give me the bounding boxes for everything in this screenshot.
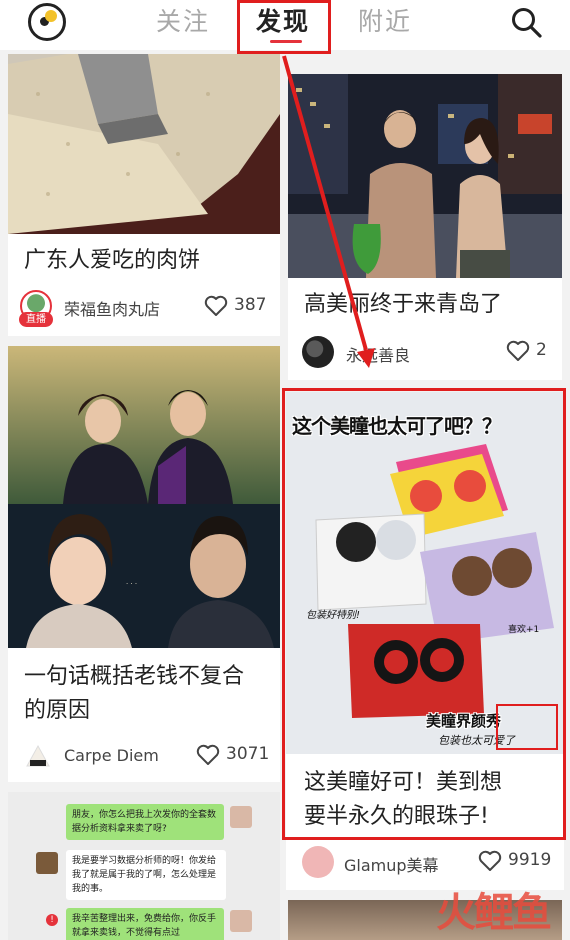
- author-avatar[interactable]: [302, 846, 334, 878]
- chat-error-icon: !: [46, 914, 58, 926]
- card-title: 广东人爱吃的肉饼: [24, 248, 201, 273]
- feed-card-meatpie[interactable]: 广东人爱吃的肉饼 直播 荣福鱼肉丸店 387: [8, 54, 280, 336]
- heart-icon[interactable]: [196, 744, 220, 766]
- chat-avatar-right: [230, 806, 252, 828]
- feed-card-oldmoney[interactable]: · · · 一句话概括老钱不复合 的原因 Carpe Diem 3071: [8, 346, 280, 782]
- card-title: 高美丽终于来青岛了: [304, 292, 503, 317]
- author-name[interactable]: Carpe Diem: [64, 746, 159, 765]
- feed-card-qingdao[interactable]: 高美丽终于来青岛了 永远善良 2: [288, 74, 562, 380]
- author-name[interactable]: 荣福鱼肉丸店: [64, 296, 160, 320]
- search-icon[interactable]: [510, 6, 542, 38]
- card-title-line1: 一句话概括老钱不复合: [24, 664, 245, 689]
- card-title-line2: 要半永久的眼珠子!: [304, 804, 489, 829]
- live-badge: 直播: [19, 312, 53, 327]
- chat-bubble: 我辛苦整理出来，免费给你，你反手就拿来卖钱，不觉得有点过: [66, 908, 224, 940]
- tab-discover[interactable]: 发现: [256, 2, 310, 38]
- card-image[interactable]: 朋友，你怎么把我上次发你的全套数据分析资料拿来卖了呀? 我是要学习数据分析师的呀…: [8, 792, 280, 940]
- card-title-line1: 这美瞳好可！美到想: [304, 770, 503, 795]
- like-count: 9919: [508, 850, 552, 870]
- active-tab-indicator: [270, 40, 302, 43]
- card-title-line2: 的原因: [24, 698, 91, 723]
- heart-icon[interactable]: [204, 295, 228, 317]
- chat-bubble: 我是要学习数据分析师的呀！你发给我了就是属于我的了啊，怎么处理是我的事。: [66, 850, 226, 900]
- image-caption: 包装好特别!: [306, 610, 361, 621]
- like-count: 387: [234, 295, 267, 315]
- like-count: 3071: [226, 744, 270, 764]
- author-avatar[interactable]: [302, 336, 334, 368]
- feed-card-lens[interactable]: 这个美瞳也太可了吧？？ 包装好特别! 喜欢+1 美瞳界颜秀 包装也太可爱了 这美…: [286, 392, 564, 890]
- app-logo-icon[interactable]: [28, 3, 66, 41]
- card-image[interactable]: [288, 74, 562, 278]
- author-avatar[interactable]: [22, 740, 54, 772]
- card-image[interactable]: [8, 54, 280, 234]
- card-image[interactable]: · · ·: [8, 346, 280, 648]
- chat-bubble: 朋友，你怎么把我上次发你的全套数据分析资料拿来卖了呀?: [66, 804, 224, 840]
- image-banner-text: 这个美瞳也太可了吧？？: [292, 414, 502, 438]
- heart-icon[interactable]: [506, 340, 530, 362]
- author-name[interactable]: 永远善良: [346, 342, 410, 366]
- image-caption-brand: 美瞳界颜秀: [426, 712, 502, 730]
- top-bar: 关注 发现 附近: [0, 0, 570, 50]
- tab-follow[interactable]: 关注: [156, 2, 210, 38]
- chat-avatar-right: [230, 910, 252, 932]
- image-caption-sub: 包装也太可爱了: [438, 734, 515, 747]
- watermark-logo: 火鲤鱼: [436, 890, 552, 936]
- chat-avatar-left: [36, 852, 58, 874]
- author-name[interactable]: Glamup美幕: [344, 852, 439, 876]
- like-count: 2: [536, 340, 547, 360]
- svg-text:· · ·: · · ·: [126, 580, 137, 588]
- image-caption: 喜欢+1: [508, 625, 540, 635]
- tab-nearby[interactable]: 附近: [358, 2, 412, 38]
- card-image[interactable]: 这个美瞳也太可了吧？？ 包装好特别! 喜欢+1 美瞳界颜秀 包装也太可爱了: [286, 392, 564, 754]
- heart-icon[interactable]: [478, 850, 502, 872]
- feed-card-chat[interactable]: 朋友，你怎么把我上次发你的全套数据分析资料拿来卖了呀? 我是要学习数据分析师的呀…: [8, 792, 280, 940]
